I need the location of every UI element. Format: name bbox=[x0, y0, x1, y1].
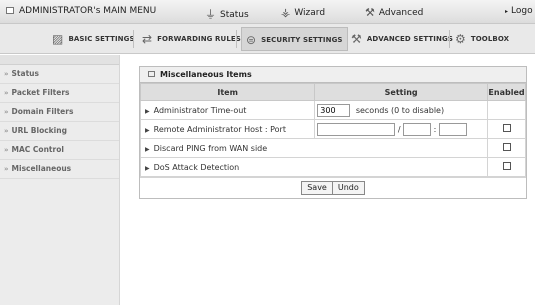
undo-button[interactable]: Undo bbox=[332, 181, 365, 195]
nav-divider bbox=[449, 30, 450, 48]
panel-square-icon bbox=[148, 71, 155, 77]
settings-nav: ▨ BASIC SETTINGS ⇄ FORWARDING RULES ⊜ SECUR… bbox=[0, 24, 535, 54]
toolbox-icon: ⚙ bbox=[455, 32, 466, 46]
table-row: ▶ Discard PING from WAN side bbox=[139, 138, 526, 158]
bullet-icon: » bbox=[4, 127, 9, 135]
menu-square-icon bbox=[6, 7, 14, 14]
row-label: ▶ Remote Administrator Host : Port bbox=[139, 119, 316, 139]
table-row: ▶ Remote Administrator Host : Port / : bbox=[139, 119, 526, 139]
top-menu-bar: ADMINISTRATOR's MAIN MENU ⏚ Status ⚶ Wizar… bbox=[0, 0, 535, 24]
sidebar-header-strip bbox=[0, 55, 119, 65]
main-menu-title[interactable]: ADMINISTRATOR's MAIN MENU bbox=[6, 6, 156, 16]
dos-detection-checkbox[interactable] bbox=[502, 162, 511, 170]
nav-divider bbox=[133, 30, 134, 48]
tab-security-settings[interactable]: ⊜ SECURITY SETTINGS bbox=[241, 27, 348, 51]
enabled-cell bbox=[487, 119, 526, 139]
advanced-settings-icon: ⚒ bbox=[351, 32, 362, 46]
advanced-link[interactable]: ⚒ Advanced bbox=[365, 6, 423, 19]
bullet-icon: » bbox=[4, 165, 9, 173]
settings-table: Item Setting Enabled ▶ Administrator Time… bbox=[139, 83, 526, 177]
arrow-icon: ▶ bbox=[145, 164, 150, 172]
tab-basic-settings[interactable]: ▨ BASIC SETTINGS bbox=[52, 27, 135, 51]
miscellaneous-panel: Miscellaneous Items Item Setting Enabled… bbox=[139, 66, 527, 199]
header-enabled: Enabled bbox=[487, 83, 526, 101]
header-setting: Setting bbox=[314, 83, 489, 101]
arrow-icon: ▶ bbox=[145, 145, 150, 153]
remote-port-input[interactable] bbox=[438, 122, 467, 136]
header-item: Item bbox=[139, 83, 316, 101]
remote-mask-input[interactable] bbox=[403, 122, 432, 136]
bullet-icon: » bbox=[4, 146, 9, 154]
nav-divider bbox=[236, 30, 237, 48]
sidebar-item-mac-control[interactable]: » MAC Control bbox=[0, 141, 119, 160]
advanced-icon: ⚒ bbox=[365, 6, 375, 19]
sidebar-item-url-blocking[interactable]: » URL Blocking bbox=[0, 122, 119, 141]
tab-toolbox[interactable]: ⚙ TOOLBOX bbox=[455, 27, 509, 51]
security-icon: ⊜ bbox=[246, 33, 257, 47]
discard-ping-checkbox[interactable] bbox=[502, 143, 511, 151]
forwarding-icon: ⇄ bbox=[142, 32, 153, 46]
logout-arrow-icon: ▸ bbox=[505, 8, 509, 15]
sidebar-item-miscellaneous[interactable]: » Miscellaneous bbox=[0, 160, 119, 179]
timeout-input[interactable]: 300 bbox=[317, 103, 351, 117]
row-label: ▶ DoS Attack Detection bbox=[139, 157, 489, 177]
sidebar-item-domain-filters[interactable]: » Domain Filters bbox=[0, 103, 119, 122]
enabled-cell bbox=[487, 100, 526, 120]
bullet-icon: » bbox=[4, 70, 9, 78]
remote-admin-checkbox[interactable] bbox=[502, 124, 511, 132]
bullet-icon: » bbox=[4, 108, 9, 116]
enabled-cell bbox=[487, 157, 526, 177]
sidebar-item-packet-filters[interactable]: » Packet Filters bbox=[0, 84, 119, 103]
logout-link[interactable]: ▸ Logo bbox=[505, 6, 533, 16]
sidebar-item-status[interactable]: » Status bbox=[0, 65, 119, 84]
panel-title: Miscellaneous Items bbox=[140, 67, 526, 83]
tab-advanced-settings[interactable]: ⚒ ADVANCED SETTINGS bbox=[351, 27, 453, 51]
bullet-icon: » bbox=[4, 89, 9, 97]
arrow-icon: ▶ bbox=[145, 107, 150, 115]
button-row: Save Undo bbox=[140, 177, 526, 198]
host-slash: / bbox=[397, 124, 401, 134]
row-label: ▶ Administrator Time-out bbox=[139, 100, 316, 120]
enabled-cell bbox=[487, 138, 526, 158]
port-colon: : bbox=[433, 124, 437, 134]
setting-cell: / : bbox=[314, 119, 489, 139]
timeout-hint: seconds (0 to disable) bbox=[355, 105, 445, 115]
status-link[interactable]: ⏚ Status bbox=[205, 6, 249, 22]
basic-settings-icon: ▨ bbox=[52, 32, 64, 46]
sidebar: » Status » Packet Filters » Domain Filters … bbox=[0, 55, 120, 305]
save-button[interactable]: Save bbox=[301, 181, 333, 195]
wizard-icon: ⚶ bbox=[281, 6, 291, 19]
table-header-row: Item Setting Enabled bbox=[139, 83, 526, 101]
table-row: ▶ Administrator Time-out 300 seconds (0 t… bbox=[139, 100, 526, 120]
setting-cell: 300 seconds (0 to disable) bbox=[314, 100, 489, 120]
status-icon: ⏚ bbox=[205, 8, 216, 21]
tab-forwarding-rules[interactable]: ⇄ FORWARDING RULES bbox=[142, 27, 241, 51]
remote-host-input[interactable] bbox=[317, 122, 396, 136]
row-label: ▶ Discard PING from WAN side bbox=[139, 138, 489, 158]
arrow-icon: ▶ bbox=[145, 126, 150, 134]
wizard-link[interactable]: ⚶ Wizard bbox=[281, 6, 325, 19]
table-row: ▶ DoS Attack Detection bbox=[139, 157, 526, 177]
